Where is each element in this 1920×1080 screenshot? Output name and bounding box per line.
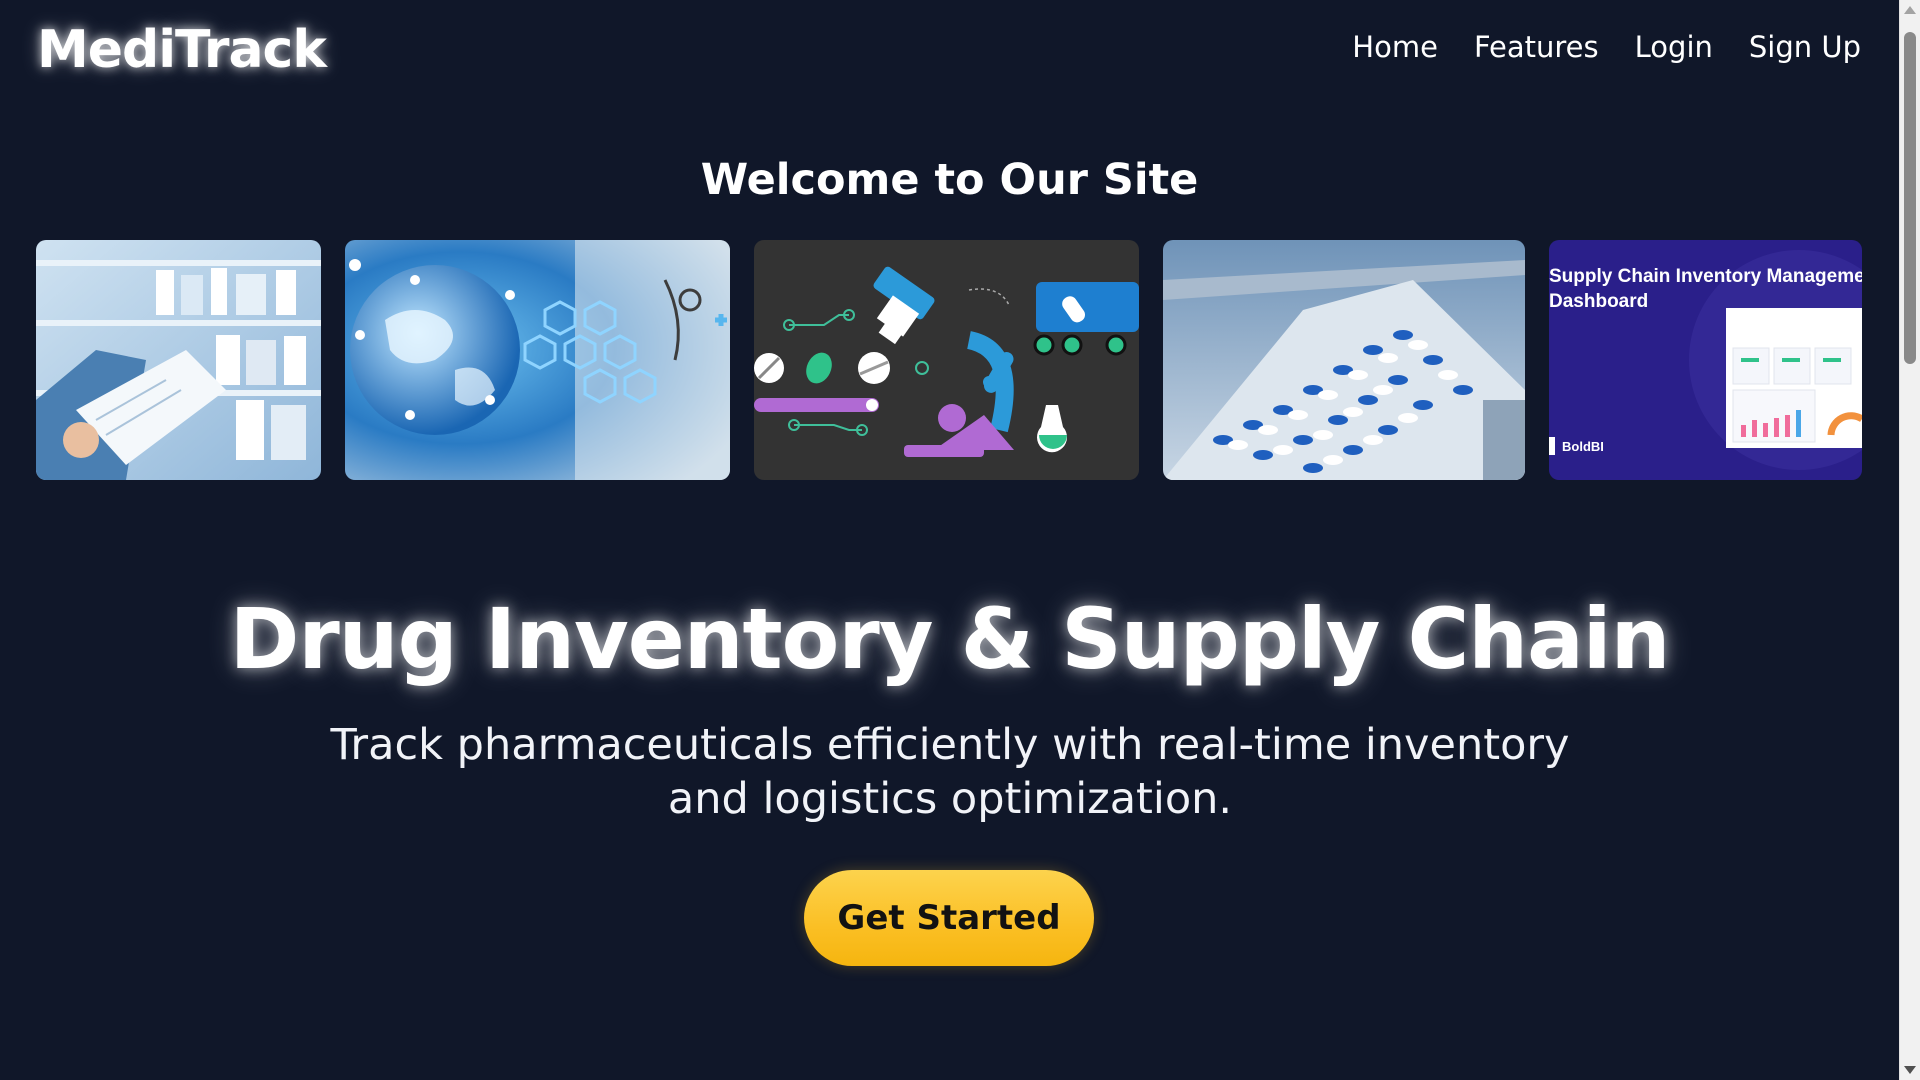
nav-link-features[interactable]: Features: [1474, 30, 1599, 64]
gallery-image-dashboard: Supply Chain Inventory Manageme Dashboar…: [1549, 240, 1862, 480]
nav-link-home[interactable]: Home: [1352, 30, 1438, 64]
dashboard-title-line1: Supply Chain Inventory Manageme: [1549, 266, 1862, 287]
hero-subtitle: Track pharmaceuticals efficiently with r…: [330, 720, 1570, 824]
page: MediTrack Home Features Login Sign Up We…: [0, 0, 1899, 1080]
hero-title: Drug Inventory & Supply Chain: [229, 590, 1671, 688]
nav-link-sign-up[interactable]: Sign Up: [1749, 30, 1861, 64]
get-started-button[interactable]: Get Started: [804, 870, 1094, 966]
page-scrollbar[interactable]: [1899, 0, 1920, 1080]
welcome-heading: Welcome to Our Site: [700, 155, 1199, 205]
image-gallery: Supply Chain Inventory Manageme Dashboar…: [36, 240, 1862, 480]
dashboard-brand: BoldBI: [1562, 439, 1604, 454]
main-nav: Home Features Login Sign Up: [1352, 30, 1861, 64]
scroll-up-icon[interactable]: [1904, 6, 1916, 14]
gallery-image-health-network: [345, 240, 730, 480]
gallery-image-pharmacy: [36, 240, 321, 480]
gallery-image-lab-illustration: [754, 240, 1139, 480]
dashboard-title-line2: Dashboard: [1549, 291, 1648, 312]
site-logo[interactable]: MediTrack: [37, 20, 327, 80]
scroll-down-icon[interactable]: [1904, 1066, 1916, 1074]
nav-link-login[interactable]: Login: [1635, 30, 1713, 64]
gallery-image-pill-production: [1163, 240, 1525, 480]
scrollbar-thumb[interactable]: [1904, 32, 1916, 364]
